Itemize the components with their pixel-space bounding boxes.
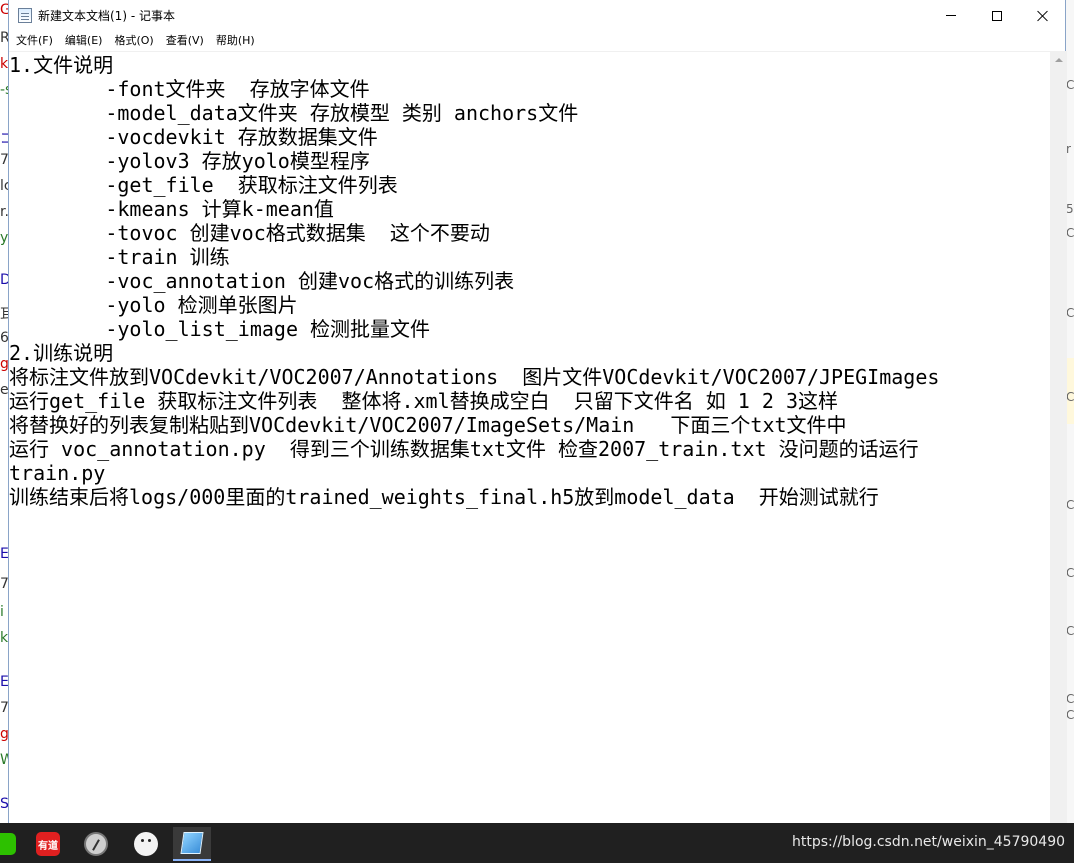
text-line[interactable]: 训练结束后将logs/000里面的trained_weights_final.h… — [9, 485, 1050, 509]
text-line[interactable]: 将标注文件放到VOCdevkit/VOC2007/Annotations 图片文… — [9, 365, 1050, 389]
text-line[interactable]: -model_data文件夹 存放模型 类别 anchors文件 — [9, 101, 1050, 125]
text-editor[interactable]: 1.文件说明 -font文件夹 存放字体文件 -model_data文件夹 存放… — [9, 51, 1050, 823]
menu-format[interactable]: 格式(O) — [108, 31, 159, 51]
text-line[interactable]: 1.文件说明 — [9, 53, 1050, 77]
menu-view[interactable]: 查看(V) — [160, 31, 210, 51]
watermark-url: https://blog.csdn.net/weixin_45790490 — [792, 834, 1066, 850]
background-fragment: C — [1066, 566, 1074, 580]
background-fragment: C — [1066, 226, 1074, 240]
text-line[interactable]: 将替换好的列表复制粘贴到VOCdevkit/VOC2007/ImageSets/… — [9, 413, 1050, 437]
text-line[interactable]: -yolov3 存放yolo模型程序 — [9, 149, 1050, 173]
text-line[interactable]: -vocdevkit 存放数据集文件 — [9, 125, 1050, 149]
background-fragment: i — [0, 604, 4, 620]
minimize-button[interactable] — [928, 0, 974, 31]
minimize-icon — [946, 15, 956, 16]
maximize-button[interactable] — [974, 0, 1020, 31]
notepad-icon — [180, 832, 204, 854]
taskbar-notepad[interactable] — [173, 827, 211, 861]
background-fragment: C — [1066, 692, 1074, 706]
background-fragment: C — [1066, 78, 1074, 92]
vertical-scrollbar[interactable] — [1050, 51, 1067, 823]
text-line[interactable]: -yolo 检测单张图片 — [9, 293, 1050, 317]
avatar-icon — [134, 832, 158, 856]
menu-help[interactable]: 帮助(H) — [210, 31, 261, 51]
background-fragment: C — [1066, 624, 1074, 638]
text-line[interactable]: 运行 voc_annotation.py 得到三个训练数据集txt文件 检查20… — [9, 437, 1050, 461]
text-line[interactable]: 2.训练说明 — [9, 341, 1050, 365]
text-line[interactable]: train.py — [9, 461, 1050, 485]
app-icon — [84, 832, 108, 856]
taskbar-wechat[interactable] — [0, 827, 24, 861]
text-line[interactable]: -train 训练 — [9, 245, 1050, 269]
background-fragment: k — [0, 630, 9, 646]
maximize-icon — [992, 10, 1002, 21]
text-line[interactable]: -font文件夹 存放字体文件 — [9, 77, 1050, 101]
menu-file[interactable]: 文件(F) — [10, 31, 59, 51]
taskbar: 有道 https://blog.csdn.net/weixin_45790490 — [0, 823, 1074, 863]
taskbar-app[interactable] — [77, 827, 115, 861]
notepad-window: 新建文本文档(1) - 记事本 文件(F) 编辑(E) 格式(O) 查看(V) … — [8, 0, 1067, 823]
title-bar[interactable]: 新建文本文档(1) - 记事本 — [9, 0, 1065, 31]
background-fragment: C — [1066, 306, 1074, 320]
wechat-icon — [0, 833, 16, 855]
menu-bar: 文件(F) 编辑(E) 格式(O) 查看(V) 帮助(H) — [9, 31, 1065, 51]
close-icon — [1037, 10, 1049, 22]
youdao-icon: 有道 — [36, 832, 60, 856]
background-fragment: k — [0, 56, 9, 72]
notepad-app-icon[interactable] — [18, 8, 32, 23]
text-line[interactable]: -tovoc 创建voc格式数据集 这个不要动 — [9, 221, 1050, 245]
text-line[interactable]: -voc_annotation 创建voc格式的训练列表 — [9, 269, 1050, 293]
menu-edit[interactable]: 编辑(E) — [59, 31, 109, 51]
text-line[interactable]: -kmeans 计算k-mean值 — [9, 197, 1050, 221]
document-text[interactable]: 1.文件说明 -font文件夹 存放字体文件 -model_data文件夹 存放… — [9, 52, 1050, 824]
background-fragment: C — [1066, 390, 1074, 404]
background-fragment: C — [1066, 708, 1074, 722]
background-fragment: 5 — [1066, 202, 1074, 216]
close-button[interactable] — [1020, 0, 1066, 31]
window-title: 新建文本文档(1) - 记事本 — [38, 9, 175, 23]
text-line[interactable]: -get_file 获取标注文件列表 — [9, 173, 1050, 197]
background-fragment: C — [1066, 498, 1074, 512]
taskbar-youdao[interactable]: 有道 — [29, 827, 67, 861]
text-line[interactable]: 运行get_file 获取标注文件列表 整体将.xml替换成空白 只留下文件名 … — [9, 389, 1050, 413]
scroll-up-arrow-icon[interactable] — [1050, 51, 1067, 68]
text-line[interactable]: -yolo_list_image 检测批量文件 — [9, 317, 1050, 341]
taskbar-avatar-app[interactable] — [127, 827, 165, 861]
